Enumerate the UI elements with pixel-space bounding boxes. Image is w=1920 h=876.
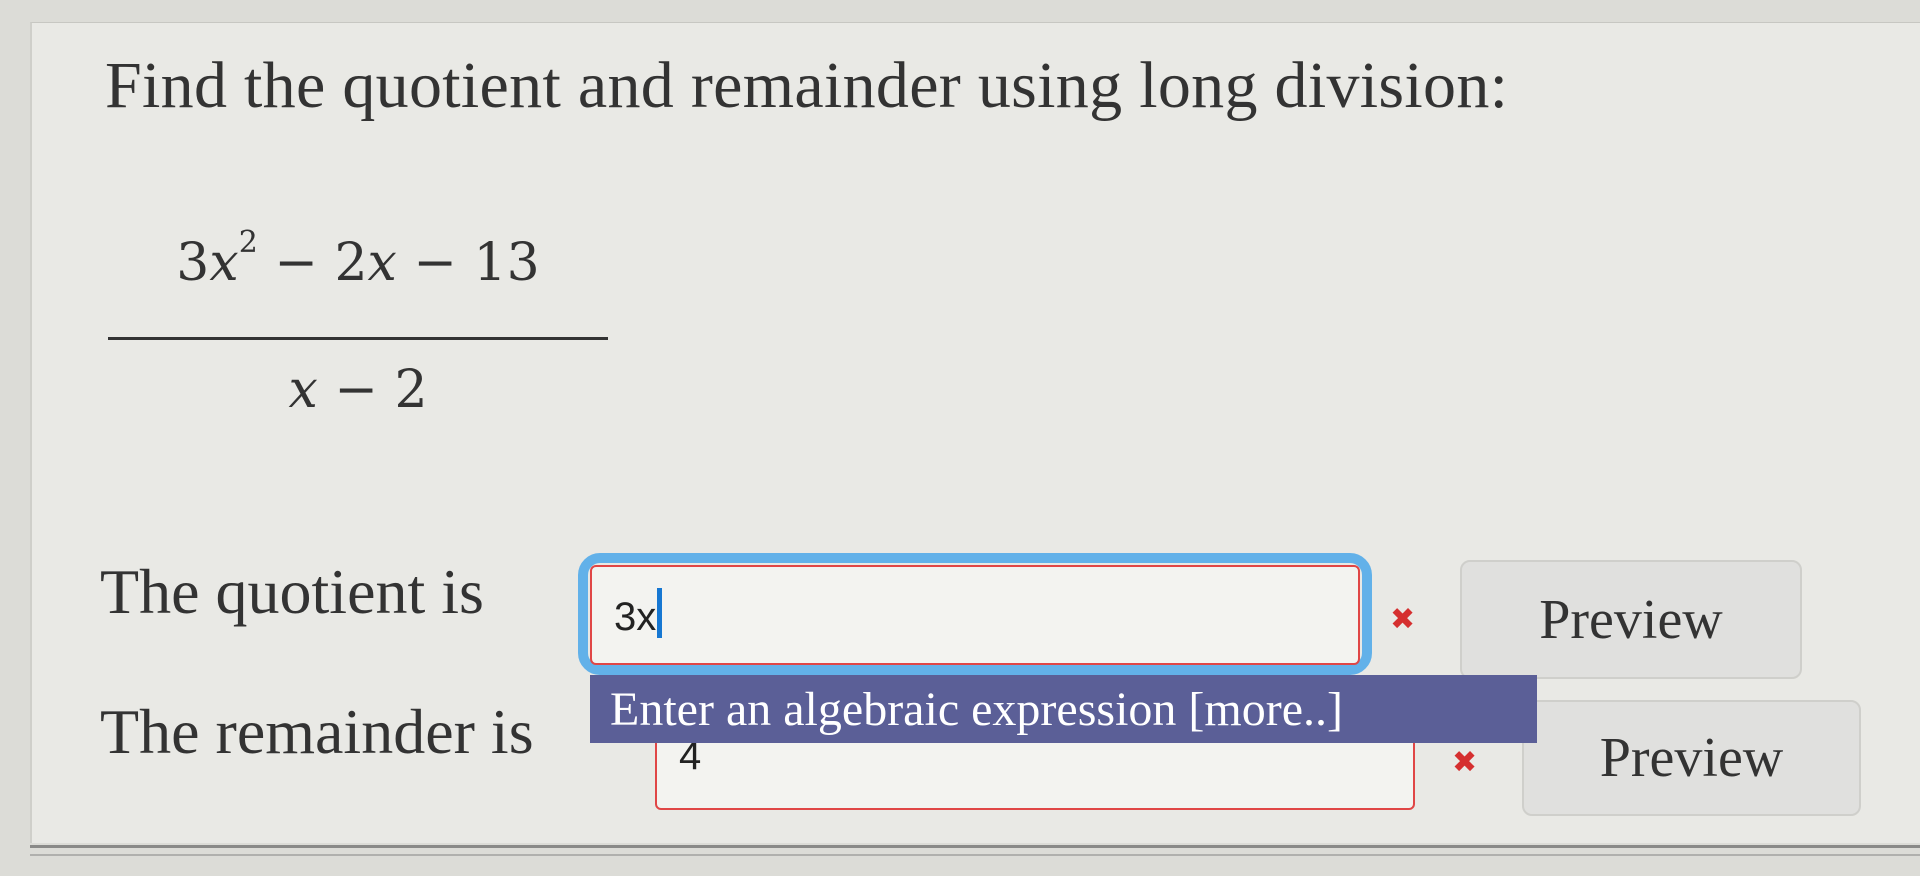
denominator: x − 2	[108, 360, 608, 420]
text-caret	[657, 588, 663, 638]
remainder-label: The remainder is	[100, 696, 534, 767]
numerator-exp1: 2	[238, 225, 258, 260]
numerator: 3x2 − 2x − 13	[108, 225, 608, 293]
input-hint-tooltip[interactable]: Enter an algebraic expression [more..]	[590, 675, 1537, 743]
numerator-coef2: 2	[334, 233, 368, 293]
numerator-var2: x	[367, 233, 397, 293]
denominator-op: −	[317, 360, 395, 420]
quotient-preview-button[interactable]: Preview	[1460, 560, 1802, 679]
section-divider	[30, 845, 1920, 856]
numerator-coef1: 3	[176, 233, 210, 293]
remainder-preview-button[interactable]: Preview	[1522, 700, 1861, 816]
denominator-var: x	[288, 360, 318, 420]
remainder-error-icon: ✖	[1452, 745, 1478, 780]
quotient-label: The quotient is	[100, 556, 484, 627]
quotient-input-value: 3x	[614, 595, 657, 639]
denominator-const: 2	[394, 360, 428, 420]
numerator-var1: x	[209, 233, 239, 293]
numerator-const: 13	[473, 233, 540, 293]
numerator-op1: −	[257, 233, 335, 293]
quotient-error-icon: ✖	[1390, 602, 1416, 637]
quotient-input[interactable]: 3x	[590, 565, 1360, 665]
fraction-bar	[108, 337, 608, 340]
numerator-op2: −	[396, 233, 474, 293]
question-text: Find the quotient and remainder using lo…	[105, 49, 1509, 122]
